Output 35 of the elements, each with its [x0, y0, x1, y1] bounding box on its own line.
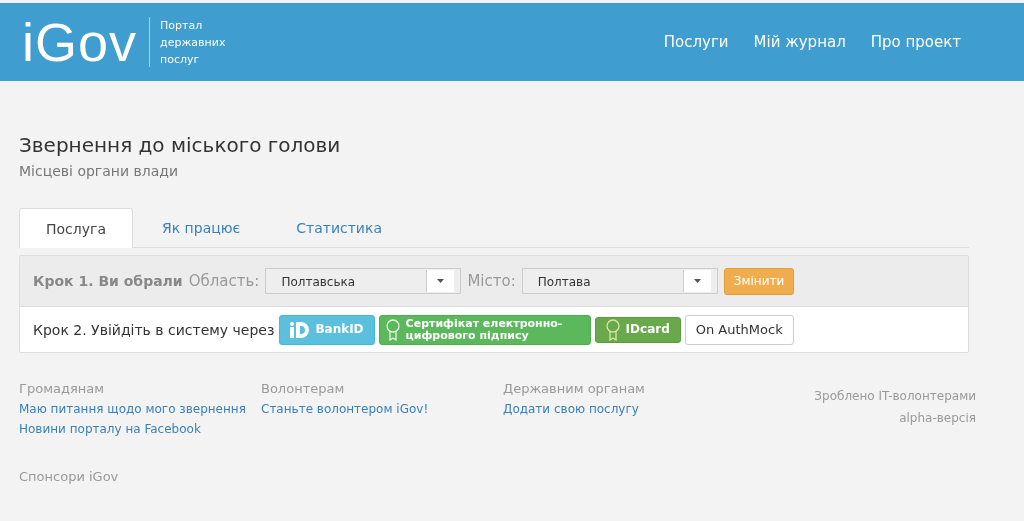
- select-field[interactable]: Полтавська: [265, 268, 462, 294]
- sponsors-heading: Спонсори iGov: [19, 469, 120, 484]
- nav-link[interactable]: Послуги: [655, 33, 737, 51]
- logo[interactable]: iGov: [22, 15, 138, 69]
- award-icon: [385, 318, 400, 341]
- credit-text: alpha-версія: [899, 411, 976, 425]
- footer-link[interactable]: Станьте волонтером iGov!: [261, 402, 503, 416]
- footer-heading: Державним органам: [503, 381, 646, 396]
- tab[interactable]: Статистика: [269, 208, 409, 247]
- footer-link[interactable]: Новини порталу на Facebook: [19, 422, 261, 436]
- bankid-button[interactable]: BankID: [279, 314, 375, 345]
- tab[interactable]: Як працює: [134, 208, 268, 247]
- step-label: Крок 2. Увійдіть в систему через: [33, 321, 275, 338]
- service-category: Місцеві органи влади: [19, 163, 180, 179]
- caret-icon: [693, 279, 701, 283]
- authmock-button[interactable]: On AuthMock: [684, 314, 794, 345]
- nav-link[interactable]: Про проект: [862, 33, 969, 51]
- service-title: Звернення до міського голови: [19, 133, 342, 157]
- idcard-button[interactable]: IDcard: [594, 316, 681, 343]
- step-label: Крок 1. Ви обрали: [33, 273, 183, 289]
- footer-heading: Волонтерам: [261, 381, 346, 396]
- tab[interactable]: Послуга: [19, 208, 133, 248]
- nav-link[interactable]: Мій журнал: [745, 33, 854, 51]
- certificate-button[interactable]: Сертифікат електронно-цифрового підпису: [378, 314, 591, 345]
- field-label: Область:: [188, 272, 260, 290]
- footer-heading: Громадянам: [19, 381, 105, 396]
- footer-link[interactable]: Додати свою послугу: [503, 402, 745, 416]
- caret-icon: [437, 279, 445, 283]
- select-field[interactable]: Полтава: [521, 268, 718, 294]
- award-icon: [605, 318, 620, 341]
- field-label: Місто:: [467, 272, 516, 290]
- credit-text: Зроблено IT-волонтерами: [814, 389, 976, 403]
- id-logo-icon: [290, 321, 310, 338]
- logo-tagline: Портал державних послуг: [160, 17, 227, 68]
- footer-link[interactable]: Маю питання щодо мого звернення: [19, 402, 261, 416]
